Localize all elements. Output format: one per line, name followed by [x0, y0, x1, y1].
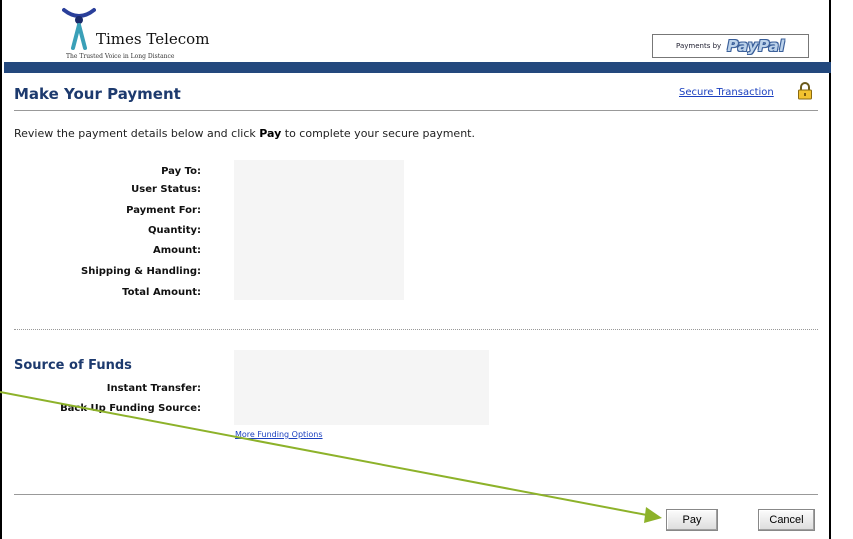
backup-funding-label: Back Up Funding Source: — [60, 403, 201, 414]
paypal-badge: Payments by PayPal — [652, 34, 809, 58]
instant-transfer-label: Instant Transfer: — [106, 383, 201, 394]
paypal-logo: PayPal — [727, 37, 785, 55]
more-funding-options-link[interactable]: More Funding Options — [235, 430, 323, 439]
intro-part: Review the payment details below and cli… — [14, 127, 260, 140]
pay-button[interactable]: Pay — [666, 509, 718, 531]
payment-for-label: Payment For: — [126, 205, 201, 216]
footer-divider — [14, 494, 818, 495]
intro-part: to complete your secure payment. — [281, 127, 475, 140]
funds-values — [234, 350, 489, 425]
person-logo-icon — [62, 8, 96, 50]
total-amount-label: Total Amount: — [122, 287, 201, 298]
title-divider — [14, 110, 818, 111]
secure-transaction-link[interactable]: Secure Transaction — [679, 87, 774, 98]
pay-to-label: Pay To: — [161, 166, 201, 177]
section-divider — [14, 329, 818, 330]
lock-icon — [798, 82, 812, 100]
payment-window: Times Telecom The Trusted Voice in Long … — [0, 0, 831, 539]
amount-label: Amount: — [152, 245, 201, 256]
header-bar — [4, 62, 831, 73]
intro-text: Review the payment details below and cli… — [14, 127, 475, 140]
source-of-funds-title: Source of Funds — [14, 358, 132, 373]
page-title: Make Your Payment — [14, 85, 181, 103]
brand-name: Times Telecom — [96, 30, 210, 48]
cancel-button[interactable]: Cancel — [758, 509, 815, 531]
merchant-logo: Times Telecom The Trusted Voice in Long … — [32, 6, 292, 62]
shipping-label: Shipping & Handling: — [81, 266, 201, 277]
user-status-label: User Status: — [131, 184, 201, 195]
details-values — [234, 160, 404, 300]
quantity-label: Quantity: — [148, 225, 201, 236]
brand-tagline: The Trusted Voice in Long Distance — [66, 53, 175, 60]
intro-pay-word: Pay — [259, 127, 282, 140]
payments-by-label: Payments by — [676, 42, 722, 50]
